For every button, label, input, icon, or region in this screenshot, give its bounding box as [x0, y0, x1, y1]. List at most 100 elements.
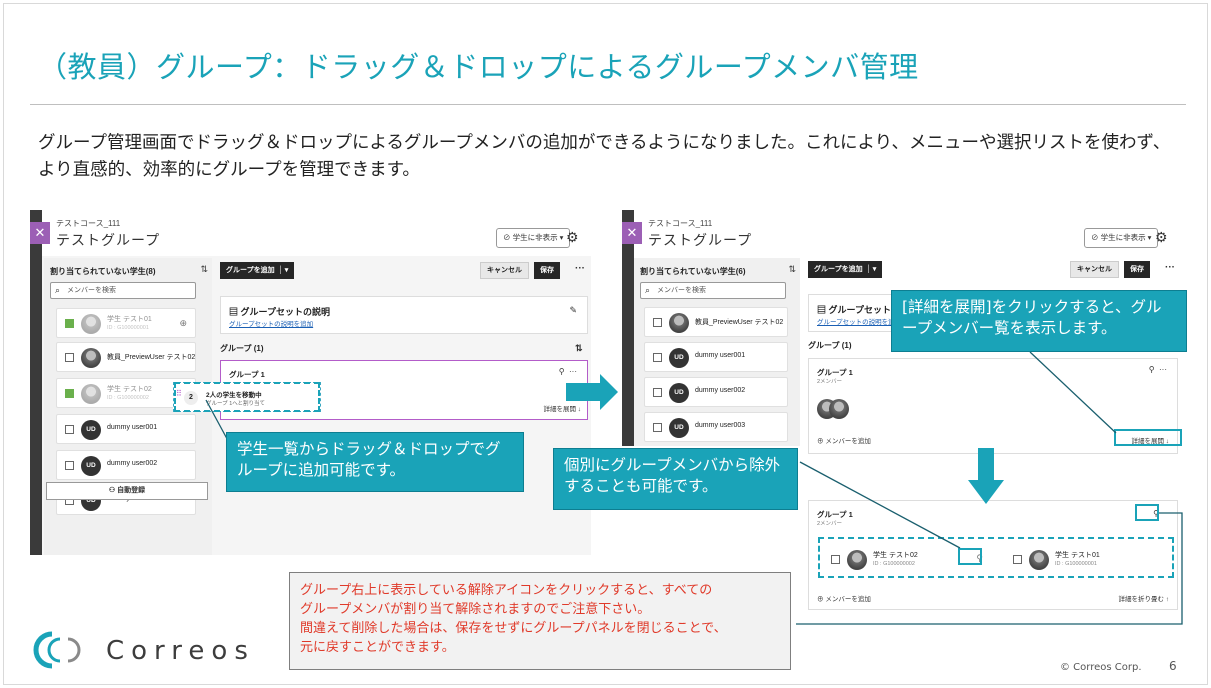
cancel-button[interactable]: キャンセル	[480, 262, 529, 279]
warning-line: グループメンバが割り当て解除されますのでご注意下さい。	[300, 602, 651, 617]
gear-icon[interactable]: ⚙	[566, 229, 579, 246]
group-name: グループ 1	[229, 370, 265, 379]
student-card[interactable]: UD dummy user001	[56, 414, 196, 444]
logo-text: Correos	[106, 636, 255, 666]
unassigned-title: 割り当てられていない学生(8)	[50, 267, 156, 276]
unassign-user-icon[interactable]: ⚲	[559, 367, 565, 376]
pencil-icon[interactable]: ✎	[569, 305, 577, 316]
search-icon: ⌕	[645, 285, 651, 295]
correos-logo: Correos	[30, 630, 270, 670]
more-icon[interactable]: ···	[575, 263, 585, 274]
add-circle-icon[interactable]: ⊕	[179, 318, 187, 329]
warning-note: グループ右上に表示している解除アイコンをクリックすると、すべての グループメンバ…	[289, 572, 791, 670]
avatar	[81, 314, 101, 334]
cancel-button[interactable]: キャンセル	[1070, 261, 1119, 278]
student-card[interactable]: 学生 テスト01 ID : G100000001 ⊕	[56, 308, 196, 338]
member-search-input[interactable]: ⌕ メンバーを検索	[640, 282, 786, 299]
eye-off-icon: ⊘	[1091, 233, 1101, 242]
unassign-user-icon[interactable]: ⚲	[1149, 365, 1155, 374]
warning-line: グループ右上に表示している解除アイコンをクリックすると、すべての	[300, 583, 713, 598]
add-member-link[interactable]: ⊕ メンバーを追加	[817, 435, 871, 445]
auto-assign-button[interactable]: ⚇ 自動登録	[46, 482, 208, 500]
student-id: ID : G100000002	[107, 395, 149, 401]
student-checkbox[interactable]	[65, 353, 74, 362]
groups-label: グループ (1)	[808, 341, 852, 350]
student-card[interactable]: UD dummy user002	[56, 450, 196, 480]
avatar: UD	[669, 418, 689, 438]
group-actions: ⚲ ···	[559, 367, 577, 376]
logo-mark-icon	[33, 631, 81, 669]
side-strip	[622, 210, 634, 446]
member-count: 2メンバー	[817, 521, 843, 527]
title-divider	[30, 104, 1186, 105]
student-checkbox[interactable]	[65, 425, 74, 434]
arrow-down-icon: ↓	[577, 406, 581, 413]
unassign-all-highlight-box	[1135, 504, 1159, 521]
slide-title: （教員）グループ：ドラッグ＆ドロップによるグループメンバ管理	[38, 50, 919, 84]
student-checkbox[interactable]	[65, 461, 74, 470]
student-name: 教員_PreviewUser テスト02	[107, 354, 196, 361]
document-icon: ▤	[229, 307, 241, 317]
save-button[interactable]: 保存	[534, 262, 560, 279]
page-number: 6	[1169, 659, 1177, 673]
expand-details-link[interactable]: 詳細を展開 ↓	[543, 403, 581, 413]
more-icon[interactable]: ···	[569, 367, 577, 376]
course-name: テストコース_111	[648, 219, 713, 228]
groupset-add-link[interactable]: グループセットの説明を追加	[229, 318, 313, 328]
gear-icon[interactable]: ⚙	[1155, 229, 1168, 246]
student-checkbox[interactable]	[653, 423, 662, 432]
sort-icon[interactable]: ⇅	[788, 264, 796, 275]
group-set-title: テストグループ	[56, 232, 161, 248]
groupset-add-link[interactable]: グループセットの説明を追加	[817, 316, 901, 326]
visibility-dropdown[interactable]: ⊘ 学生に非表示 ▾	[496, 228, 571, 248]
more-icon[interactable]: ···	[1159, 365, 1167, 374]
student-id: ID : G100000001	[107, 325, 149, 331]
callout-expand: [詳細を展開]をクリックすると、グループメンバー覧を表示します。	[891, 290, 1187, 352]
student-card[interactable]: UD dummy user003	[644, 412, 788, 442]
student-name: dummy user003	[695, 422, 746, 429]
student-card[interactable]: 教員_PreviewUser テスト02	[56, 342, 196, 372]
student-card[interactable]: UD dummy user001	[644, 342, 788, 372]
student-checkbox[interactable]	[653, 388, 662, 397]
unassigned-title: 割り当てられていない学生(6)	[640, 267, 746, 276]
member-search-input[interactable]: ⌕ メンバーを検索	[50, 282, 196, 299]
save-button[interactable]: 保存	[1124, 261, 1150, 278]
sort-icon[interactable]: ⇅	[575, 343, 583, 354]
collapse-details-link[interactable]: 詳細を折り畳む ↑	[1118, 593, 1169, 603]
groups-label: グループ (1)	[220, 344, 264, 353]
group-set-title: テストグループ	[648, 232, 753, 248]
student-name: dummy user001	[107, 424, 158, 431]
student-name: dummy user002	[695, 387, 746, 394]
warning-line: 元に戻すことができます。	[300, 640, 455, 655]
student-checkbox[interactable]	[65, 319, 74, 328]
student-card[interactable]: UD dummy user002	[644, 377, 788, 407]
avatar	[669, 313, 689, 333]
student-checkbox[interactable]	[65, 389, 74, 398]
visibility-dropdown[interactable]: ⊘ 学生に非表示 ▾	[1084, 228, 1159, 248]
sort-icon[interactable]: ⇅	[200, 264, 208, 275]
expand-highlight-box	[1114, 429, 1182, 446]
side-strip	[30, 210, 42, 555]
student-name: dummy user002	[107, 460, 158, 467]
student-checkbox[interactable]	[653, 318, 662, 327]
avatar: UD	[669, 383, 689, 403]
copyright: © Correos Corp.	[1060, 662, 1142, 673]
close-icon[interactable]: ✕	[622, 222, 642, 244]
close-icon[interactable]: ✕	[30, 222, 50, 244]
student-checkbox[interactable]	[653, 353, 662, 362]
student-name: 学生 テスト01	[107, 316, 152, 323]
more-icon[interactable]: ···	[1165, 262, 1175, 273]
add-member-link[interactable]: ⊕ メンバーを追加	[817, 593, 871, 603]
drag-highlight-box	[174, 382, 320, 412]
student-name: 学生 テスト02	[107, 386, 152, 393]
student-card[interactable]: 教員_PreviewUser テスト02	[644, 307, 788, 337]
search-icon: ⌕	[55, 285, 61, 295]
arrow-up-icon: ↑	[1165, 596, 1169, 603]
student-name: 教員_PreviewUser テスト02	[695, 319, 784, 326]
groupset-description-panel: ▤ グループセットの説明 グループセットの説明を追加 ✎	[220, 296, 588, 334]
member-avatar	[829, 399, 849, 419]
document-icon: ▤	[817, 305, 829, 315]
add-group-button[interactable]: グループを追加 │ ▾	[808, 261, 883, 278]
add-group-button[interactable]: グループを追加 │ ▾	[220, 262, 295, 279]
unassigned-pane: 割り当てられていない学生(6) ⇅ ⌕ メンバーを検索 教員_PreviewUs…	[634, 258, 800, 446]
